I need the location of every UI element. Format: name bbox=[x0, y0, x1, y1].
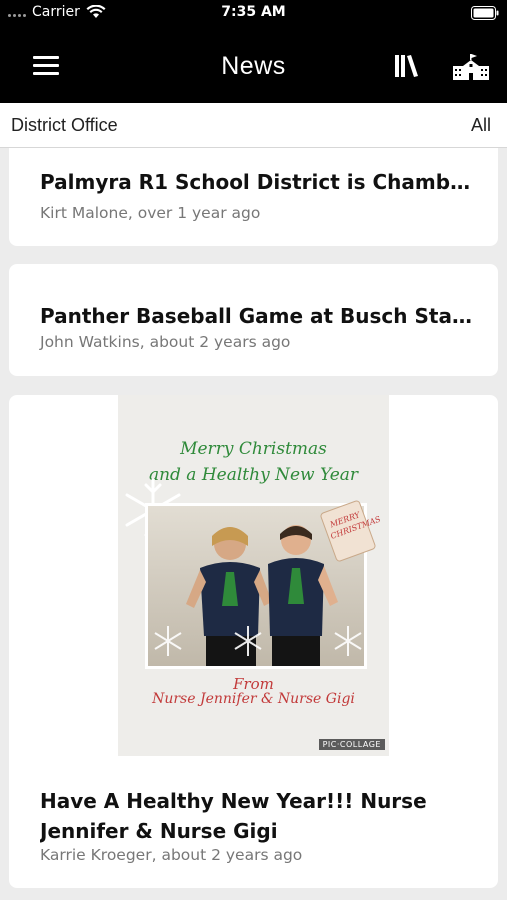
news-meta: Karrie Kroeger, about 2 years ago bbox=[40, 846, 303, 864]
district-selector[interactable]: District Office bbox=[11, 115, 118, 136]
tag-text: MERRY CHRISTMAS bbox=[328, 510, 382, 541]
library-icon[interactable] bbox=[394, 53, 420, 79]
status-time: 7:35 AM bbox=[221, 4, 286, 20]
news-meta: John Watkins, about 2 years ago bbox=[40, 333, 291, 351]
news-image: Merry Christmas and a Healthy New Year M… bbox=[118, 395, 389, 756]
nav-bar: News bbox=[0, 28, 507, 103]
news-title: Have A Healthy New Year!!! Nurse Jennife… bbox=[40, 789, 427, 843]
battery-icon bbox=[471, 6, 499, 20]
news-title: Panther Baseball Game at Busch Stadi... bbox=[40, 304, 480, 328]
signature-text: Nurse Jennifer & Nurse Gigi bbox=[152, 691, 355, 707]
category-filter[interactable]: All bbox=[471, 115, 491, 136]
watermark-label: PIC·COLLAGE bbox=[318, 739, 385, 750]
news-item[interactable]: Palmyra R1 School District is Chamber...… bbox=[9, 140, 498, 246]
filter-bar: District Office All bbox=[0, 103, 507, 148]
greeting-line-1: Merry Christmas bbox=[180, 439, 327, 459]
school-icon[interactable] bbox=[453, 54, 489, 80]
news-item[interactable]: Panther Baseball Game at Busch Stadi... … bbox=[9, 264, 498, 376]
status-bar: Carrier 7:35 AM bbox=[0, 0, 507, 28]
news-title: Palmyra R1 School District is Chamber... bbox=[40, 170, 480, 194]
news-item[interactable]: Merry Christmas and a Healthy New Year M… bbox=[9, 395, 498, 888]
news-meta: Kirt Malone, over 1 year ago bbox=[40, 204, 261, 222]
page-title: News bbox=[221, 52, 286, 80]
